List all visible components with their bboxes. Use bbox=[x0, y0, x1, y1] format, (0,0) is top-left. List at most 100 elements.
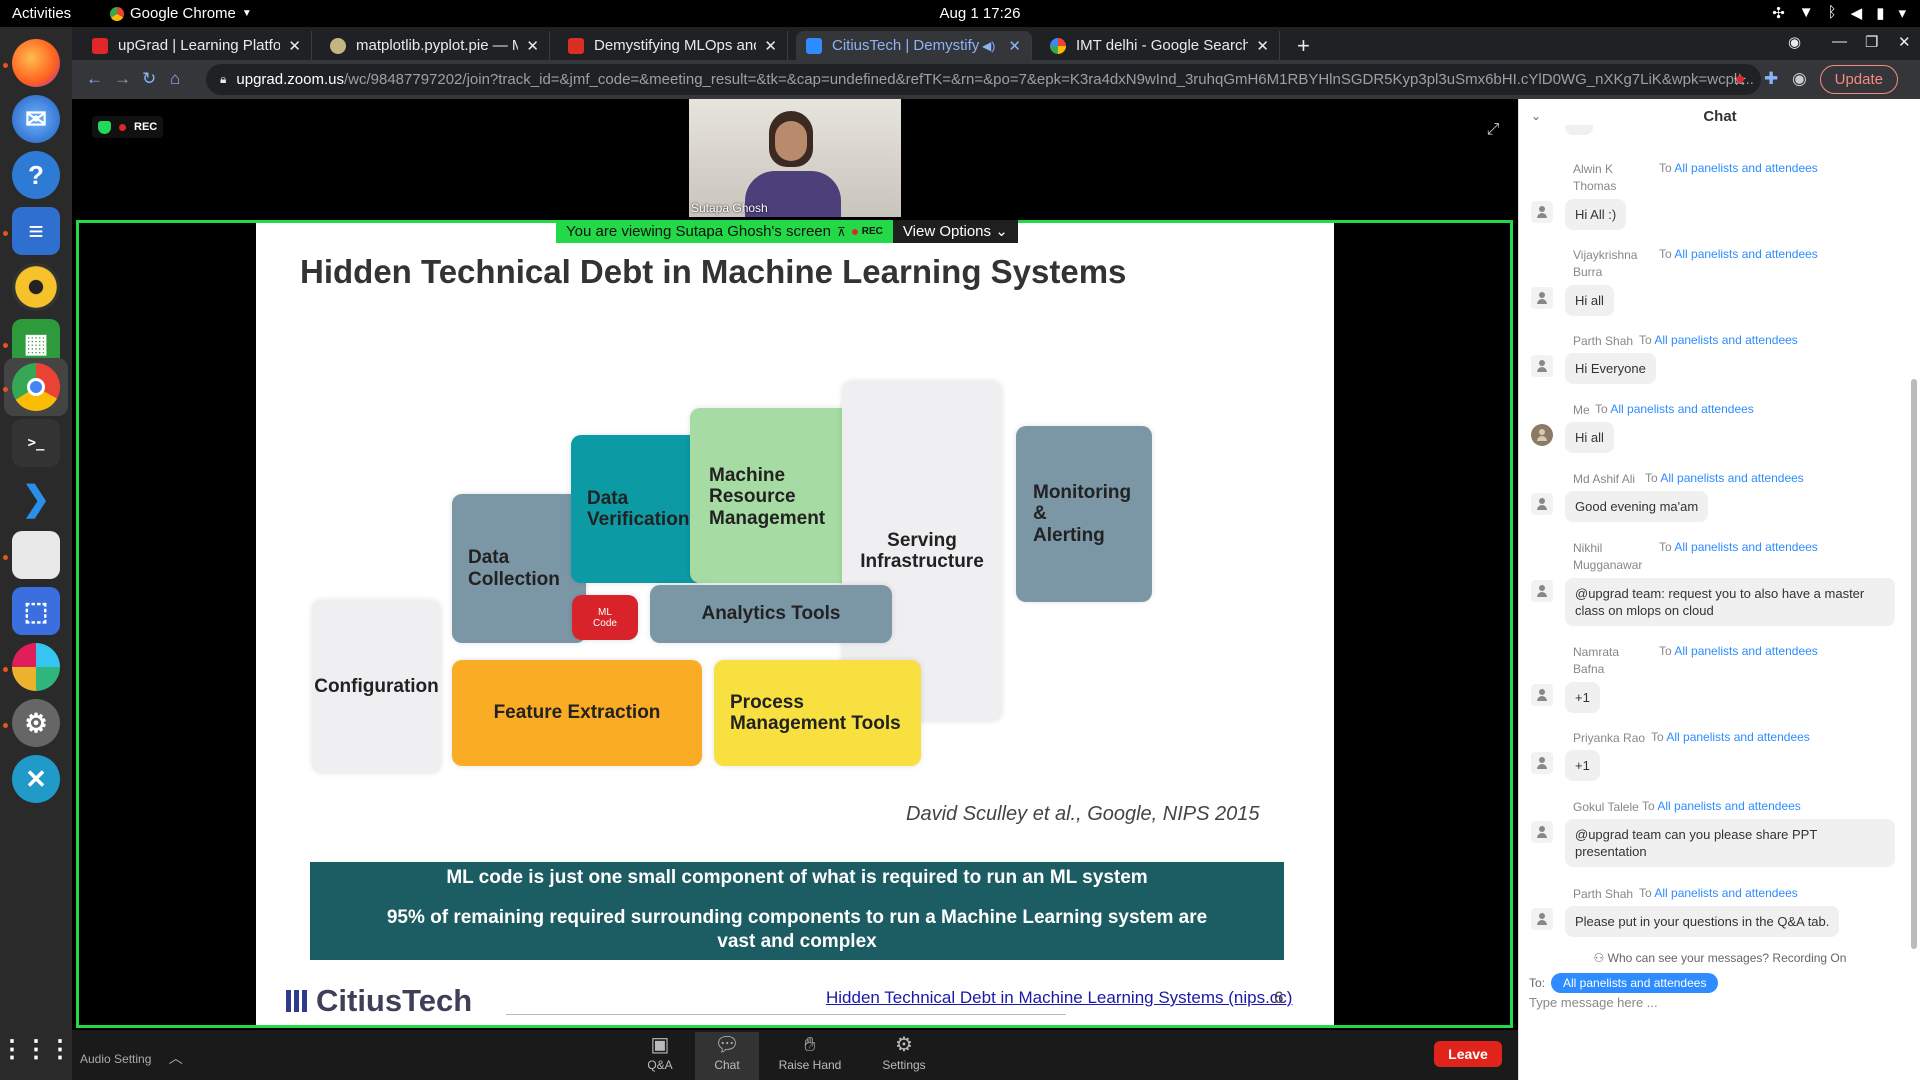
clock[interactable]: Aug 1 17:26 bbox=[930, 5, 1030, 22]
app-menu[interactable]: Google Chrome ▼ bbox=[110, 5, 252, 22]
block-label: Process bbox=[730, 691, 804, 713]
address-bar[interactable]: 🔒︎ upgrad.zoom.us /wc/98487797202/join?t… bbox=[206, 64, 1761, 95]
block-label: Analytics Tools bbox=[701, 603, 841, 625]
tab-zoom-active[interactable]: CitiusTech | Demystify ◀) ✕ bbox=[796, 31, 1032, 60]
leave-button[interactable]: Leave bbox=[1434, 1041, 1502, 1067]
back-icon[interactable]: ← bbox=[86, 69, 103, 89]
block-label: Resource bbox=[709, 486, 796, 508]
chevron-up-icon[interactable]: ︿ bbox=[169, 1050, 183, 1066]
recipient-link[interactable]: All panelists and attendees bbox=[1657, 799, 1800, 813]
avatar bbox=[1531, 684, 1553, 706]
rhythmbox-icon[interactable] bbox=[12, 263, 60, 311]
message-bubble: @upgrad team can you please share PPT pr… bbox=[1565, 819, 1895, 867]
restore-icon[interactable]: ❐ bbox=[1865, 33, 1878, 51]
logo-text: CitiusTech bbox=[316, 983, 473, 1018]
close-tab-icon[interactable]: ✕ bbox=[1248, 37, 1269, 55]
recipient-link[interactable]: All panelists and attendees bbox=[1660, 471, 1803, 485]
activities-button[interactable]: Activities bbox=[12, 5, 71, 22]
view-options-label: View Options bbox=[902, 223, 992, 240]
tab-upgrad[interactable]: upGrad | Learning Platfor ✕ bbox=[82, 31, 312, 60]
tab-gmail[interactable]: Demystifying MLOps and ✕ bbox=[558, 31, 788, 60]
close-tab-icon[interactable]: ✕ bbox=[518, 37, 539, 55]
update-button[interactable]: Update bbox=[1819, 65, 1898, 94]
tab-title: IMT delhi - Google Search bbox=[1076, 37, 1249, 54]
chat-scrollbar[interactable] bbox=[1911, 379, 1917, 949]
app-grid-icon[interactable]: ⋮⋮⋮ bbox=[0, 1025, 72, 1073]
chrome-icon[interactable] bbox=[12, 363, 60, 411]
recipient-link[interactable]: All panelists and attendees bbox=[1674, 247, 1817, 261]
tab-search-icon[interactable]: ◉ bbox=[1788, 33, 1801, 51]
screenshot-icon[interactable]: ⬚ bbox=[12, 587, 60, 635]
close-tab-icon[interactable]: ✕ bbox=[756, 37, 777, 55]
tab-title: matplotlib.pyplot.pie — M bbox=[356, 37, 519, 54]
settings-button[interactable]: ⚙ Settings bbox=[874, 1032, 934, 1080]
recipient-link[interactable]: All panelists and attendees bbox=[1674, 540, 1817, 554]
avatar bbox=[1531, 821, 1553, 843]
speaker-video-tile[interactable]: Sutapa Ghosh bbox=[689, 99, 901, 217]
slack-icon[interactable] bbox=[12, 643, 60, 691]
network-status-icon: ✣ bbox=[1772, 5, 1785, 22]
recipient-link[interactable]: All panelists and attendees bbox=[1610, 402, 1753, 416]
viewing-label: You are viewing Sutapa Ghosh's screen ⊼ … bbox=[556, 220, 893, 243]
message-recipient: To All panelists and attendees bbox=[1659, 161, 1818, 175]
home-icon[interactable]: ⌂ bbox=[170, 69, 180, 89]
to-label: To bbox=[1645, 471, 1658, 485]
block-label: Machine bbox=[709, 465, 786, 486]
writer-icon[interactable]: ≡ bbox=[12, 207, 60, 255]
view-options-button[interactable]: View Options ⌄ bbox=[892, 220, 1018, 243]
recording-extension-icon[interactable]: ● bbox=[1735, 69, 1745, 89]
close-tab-icon[interactable]: ✕ bbox=[280, 37, 301, 55]
audio-playing-icon[interactable]: ◀) bbox=[982, 39, 995, 53]
thunderbird-icon[interactable]: ✉ bbox=[12, 95, 60, 143]
recipient-link[interactable]: All panelists and attendees bbox=[1654, 886, 1797, 900]
remote-icon[interactable]: ✕ bbox=[12, 755, 60, 803]
help-icon[interactable]: ? bbox=[12, 151, 60, 199]
block-label: Data bbox=[587, 487, 629, 509]
chat-button[interactable]: 💬︎ Chat bbox=[695, 1032, 759, 1080]
rec-label: REC bbox=[861, 226, 883, 237]
forward-icon[interactable]: → bbox=[114, 69, 131, 89]
recording-indicator: REC bbox=[92, 116, 164, 138]
system-tray[interactable]: ✣ ▼ ᛒ ◀ ▮ ▾ bbox=[1772, 4, 1906, 22]
audio-setting-button[interactable]: Audio Setting ︿ bbox=[80, 1048, 183, 1068]
chat-message-input[interactable]: Type message here ... bbox=[1529, 995, 1909, 1010]
block-label: Management bbox=[709, 507, 826, 529]
chevron-down-icon: ▼ bbox=[241, 8, 252, 19]
extensions-icon[interactable]: ✚ bbox=[1764, 69, 1778, 89]
lock-icon[interactable]: 🔒︎ bbox=[220, 72, 226, 87]
chat-label: Chat bbox=[714, 1058, 740, 1072]
minimize-icon[interactable]: — bbox=[1832, 33, 1847, 50]
qa-label: Q&A bbox=[647, 1058, 673, 1072]
profile-avatar[interactable]: ◉ bbox=[1792, 69, 1807, 89]
raise-hand-button[interactable]: ✋︎ Raise Hand bbox=[775, 1032, 845, 1080]
new-tab-button[interactable]: + bbox=[1297, 33, 1310, 59]
message-sender: Namrata Bafna bbox=[1573, 645, 1620, 676]
terminal-icon[interactable]: >_ bbox=[12, 419, 60, 467]
paper-link[interactable]: Hidden Technical Debt in Machine Learnin… bbox=[826, 988, 1292, 1008]
tab-google-search[interactable]: IMT delhi - Google Search ✕ bbox=[1040, 31, 1280, 60]
qa-button[interactable]: ▣ Q&A bbox=[640, 1032, 680, 1080]
recipient-link[interactable]: All panelists and attendees bbox=[1666, 730, 1809, 744]
fullscreen-icon[interactable]: ⤢ bbox=[1479, 116, 1507, 144]
gmail-favicon-icon bbox=[568, 37, 584, 54]
files-icon[interactable] bbox=[12, 531, 60, 579]
recipient-link[interactable]: All panelists and attendees bbox=[1674, 644, 1817, 658]
to-label: To bbox=[1639, 886, 1652, 900]
firefox-icon[interactable] bbox=[12, 39, 60, 87]
chat-visibility-info[interactable]: ⚇ Who can see your messages? Recording O… bbox=[1519, 951, 1920, 965]
qa-icon: ▣ bbox=[650, 1034, 670, 1056]
to-label: To bbox=[1659, 161, 1672, 175]
recipient-link[interactable]: All panelists and attendees bbox=[1674, 161, 1817, 175]
close-tab-icon[interactable]: ✕ bbox=[1000, 37, 1021, 55]
recipient-dropdown[interactable]: All panelists and attendees bbox=[1551, 973, 1719, 993]
recipient-link[interactable]: All panelists and attendees bbox=[1654, 333, 1797, 347]
block-feature-extraction: Feature Extraction bbox=[452, 660, 702, 766]
reload-icon[interactable]: ↻ bbox=[142, 69, 156, 89]
tab-matplotlib[interactable]: matplotlib.pyplot.pie — M ✕ bbox=[320, 31, 550, 60]
block-ml-code: ML Code bbox=[572, 595, 638, 640]
vscode-icon[interactable]: ❯ bbox=[12, 475, 60, 523]
avatar bbox=[1531, 424, 1553, 446]
chat-panel: ⌄ Chat Alwin K Thomas To All panelists a… bbox=[1518, 99, 1920, 1080]
settings-icon[interactable]: ⚙ bbox=[12, 699, 60, 747]
close-window-icon[interactable]: ✕ bbox=[1898, 33, 1911, 51]
